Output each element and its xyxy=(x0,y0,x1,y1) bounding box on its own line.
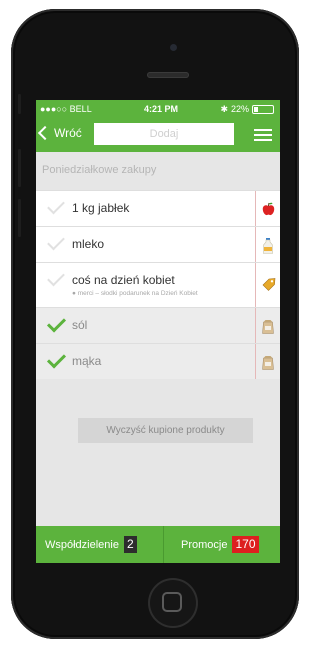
promotions-count-badge: 170 xyxy=(232,536,259,553)
bottom-bar: Współdzielenie 2 Promocje 170 xyxy=(36,526,280,563)
paper-bag-icon xyxy=(262,356,274,370)
check-icon[interactable] xyxy=(46,349,67,369)
home-button[interactable] xyxy=(148,578,198,628)
item-name: coś na dzień kobiet xyxy=(72,273,175,287)
chevron-left-icon xyxy=(37,125,53,141)
front-camera xyxy=(170,44,177,51)
home-square-icon xyxy=(162,592,182,612)
back-label: Wróć xyxy=(54,126,82,140)
list-item[interactable]: coś na dzień kobiet ● merci – słodki pod… xyxy=(36,262,280,307)
app-screen: ●●●○○ BELL 4:21 PM ✱ 22% Wróć Poniedział… xyxy=(36,100,280,563)
item-name: 1 kg jabłek xyxy=(72,201,130,215)
item-category[interactable] xyxy=(255,344,280,379)
battery-icon xyxy=(252,104,274,114)
paper-bag-icon xyxy=(262,320,274,334)
check-icon[interactable] xyxy=(46,313,67,333)
list-item[interactable]: mąka xyxy=(36,343,280,379)
promotions-label: Promocje xyxy=(181,538,228,551)
mute-switch xyxy=(18,94,21,114)
volume-up-button xyxy=(18,149,21,187)
volume-down-button xyxy=(18,199,21,237)
list-item[interactable]: mleko xyxy=(36,226,280,262)
carrier-signal: ●●●○○ BELL xyxy=(40,104,92,114)
menu-icon[interactable] xyxy=(254,129,272,141)
back-button[interactable]: Wróć xyxy=(37,125,82,141)
check-icon[interactable] xyxy=(47,268,65,287)
clock: 4:21 PM xyxy=(144,104,179,114)
item-name: mąka xyxy=(72,354,102,368)
list-item[interactable]: sól xyxy=(36,307,280,343)
status-bar: ●●●○○ BELL 4:21 PM ✱ 22% xyxy=(36,100,280,118)
bluetooth-icon: ✱ xyxy=(220,104,228,114)
battery-percent: 22% xyxy=(230,104,249,114)
list-item[interactable]: 1 kg jabłek xyxy=(36,190,280,226)
nav-bar: Wróć xyxy=(36,118,280,152)
earpiece-speaker xyxy=(147,72,189,78)
list-title: Poniedziałkowe zakupy xyxy=(42,164,157,176)
add-item-input[interactable] xyxy=(94,123,234,145)
sharing-label: Współdzielenie xyxy=(45,538,119,551)
apple-icon xyxy=(262,202,275,216)
sharing-count-badge: 2 xyxy=(123,536,137,553)
item-category[interactable] xyxy=(255,263,280,307)
tab-sharing[interactable]: Współdzielenie 2 xyxy=(45,526,137,563)
tab-promotions[interactable]: Promocje 170 xyxy=(181,526,259,563)
tab-divider xyxy=(163,526,164,563)
battery-status: ✱ 22% xyxy=(220,100,274,118)
shopping-list: 1 kg jabłek mleko coś na dzień kobiet ● … xyxy=(36,190,280,379)
check-icon[interactable] xyxy=(47,232,65,251)
item-category[interactable] xyxy=(255,227,280,262)
milk-bottle-icon xyxy=(263,238,273,254)
item-name: sól xyxy=(72,318,88,332)
item-category[interactable] xyxy=(255,308,280,343)
item-name: mleko xyxy=(72,237,105,251)
price-tag-icon xyxy=(262,278,276,291)
battery-fill xyxy=(254,106,258,112)
check-icon[interactable] xyxy=(47,196,65,215)
item-category[interactable] xyxy=(255,191,280,226)
item-note: ● merci – słodki podarunek na Dzień Kobi… xyxy=(72,290,198,297)
clear-bought-button[interactable]: Wyczyść kupione produkty xyxy=(78,418,253,443)
